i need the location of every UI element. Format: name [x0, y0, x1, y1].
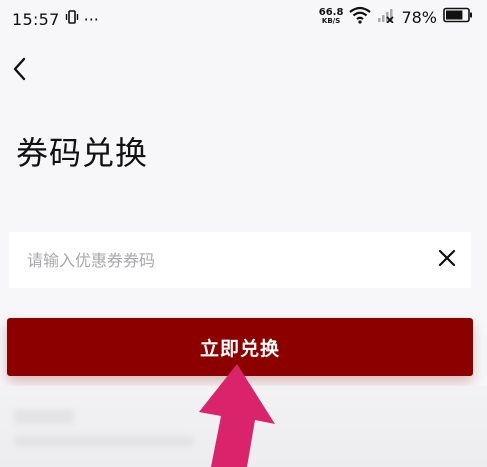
status-left: 15:57 ···: [12, 9, 99, 29]
back-button[interactable]: [6, 54, 34, 88]
status-right: 66.8 KB/S 78%: [319, 6, 473, 28]
status-bar: 15:57 ··· 66.8 KB/S 78%: [0, 0, 487, 40]
wifi-icon: [349, 6, 372, 28]
vibrate-icon: [64, 9, 80, 29]
clear-icon: [438, 249, 456, 271]
net-speed-value: 66.8: [318, 7, 344, 18]
battery-percentage: 78%: [401, 7, 437, 27]
coupon-code-input[interactable]: [27, 240, 427, 280]
status-time: 15:57: [12, 9, 60, 29]
net-speed-unit: KB/S: [321, 17, 341, 25]
pointer-arrow-icon: [199, 364, 275, 467]
clear-button[interactable]: [433, 246, 461, 274]
more-dots: ···: [83, 9, 99, 29]
signal-icon: [377, 7, 395, 27]
coupon-field: [9, 232, 471, 288]
page-title: 券码兑换: [16, 134, 149, 172]
blurred-content: [14, 410, 74, 424]
net-speed: 66.8 KB/S: [319, 8, 344, 26]
battery-icon: [443, 7, 473, 27]
blurred-content: [14, 436, 194, 446]
back-icon: [10, 57, 30, 85]
